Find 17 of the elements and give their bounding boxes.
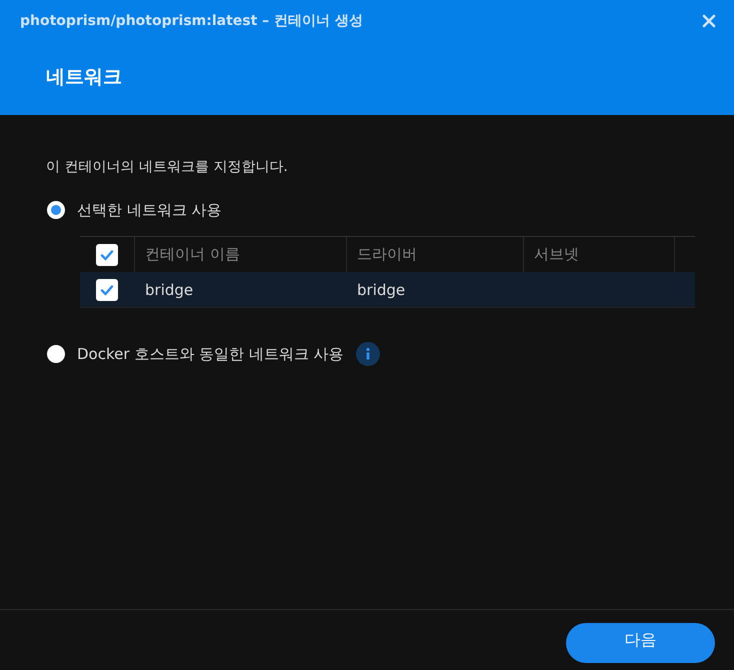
page-heading: 네트워크 — [46, 65, 123, 90]
column-header: 드라이버 — [357, 245, 417, 264]
radio-button[interactable] — [47, 201, 65, 219]
column-header: 컨테이너 이름 — [145, 245, 240, 264]
description: 이 컨테이너의 네트워크를 지정합니다. — [46, 158, 289, 177]
checkbox[interactable] — [96, 278, 118, 300]
column-header: 서브넷 — [534, 245, 579, 264]
table-cell: bridge — [357, 280, 406, 298]
window-title: photoprism/photoprism:latest – 컨테이너 생성 — [20, 12, 363, 30]
info-icon[interactable] — [356, 342, 380, 366]
option-label[interactable]: 선택한 네트워크 사용 — [77, 200, 222, 220]
checkbox[interactable] — [96, 244, 118, 266]
option-label[interactable]: Docker 호스트와 동일한 네트워크 사용 — [77, 344, 344, 364]
next-button[interactable]: 다음 — [566, 623, 715, 663]
radio-button[interactable] — [47, 345, 65, 363]
table-cell: bridge — [145, 280, 194, 298]
close-icon[interactable] — [702, 14, 716, 28]
